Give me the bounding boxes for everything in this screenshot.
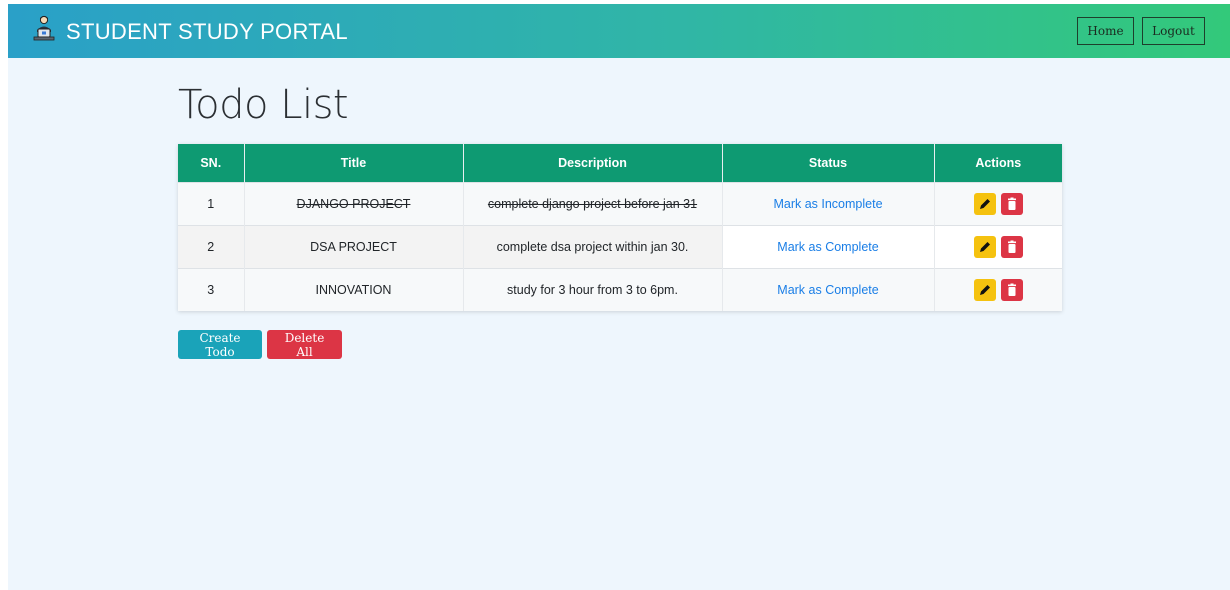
header-sn: SN. [178, 144, 245, 183]
row-actions [934, 268, 1062, 311]
row-sn: 2 [178, 225, 245, 269]
header-status: Status [722, 144, 935, 183]
header-description: Description [463, 144, 723, 183]
row-sn: 3 [178, 268, 245, 311]
edit-button[interactable] [973, 193, 996, 215]
header-actions: Actions [934, 144, 1062, 183]
row-description: complete dsa project within jan 30. [463, 225, 723, 269]
pencil-icon [979, 285, 990, 295]
pencil-icon [979, 199, 990, 209]
trash-icon [1007, 197, 1016, 210]
logout-button[interactable]: Logout [1142, 17, 1205, 45]
row-sn: 1 [178, 182, 245, 226]
row-title: INNOVATION [244, 268, 464, 311]
trash-icon [1007, 240, 1016, 253]
edit-button[interactable] [973, 279, 996, 301]
row-actions [934, 225, 1062, 269]
row-title: DJANGO PROJECT [296, 197, 411, 211]
navbar: STUDENT STUDY PORTAL Home Logout [8, 4, 1230, 58]
home-button[interactable]: Home [1077, 17, 1134, 45]
mark-complete-link[interactable]: Mark as Complete [777, 283, 878, 297]
table-header-row: SN. Title Description Status Actions [178, 144, 1062, 183]
create-todo-button[interactable]: Create Todo [178, 330, 262, 359]
todo-table: SN. Title Description Status Actions 1 D… [178, 144, 1062, 311]
row-description: complete django project before jan 31 [487, 197, 698, 211]
delete-button[interactable] [1000, 193, 1023, 215]
page-background: STUDENT STUDY PORTAL Home Logout Todo Li… [8, 4, 1230, 590]
row-description: study for 3 hour from 3 to 6pm. [463, 268, 723, 311]
delete-all-button[interactable]: Delete All [267, 330, 342, 359]
table-row: 1 DJANGO PROJECT complete django project… [178, 182, 1062, 226]
row-title: DSA PROJECT [244, 225, 464, 269]
trash-icon [1007, 283, 1016, 296]
mark-complete-link[interactable]: Mark as Complete [777, 240, 878, 254]
pencil-icon [979, 242, 990, 252]
mark-incomplete-link[interactable]: Mark as Incomplete [773, 197, 882, 211]
table-row: 3 INNOVATION study for 3 hour from 3 to … [178, 268, 1062, 311]
student-laptop-icon [33, 15, 55, 41]
page-title: Todo List [178, 82, 349, 128]
row-actions [934, 182, 1062, 226]
table-row: 2 DSA PROJECT complete dsa project withi… [178, 225, 1062, 269]
delete-button[interactable] [1000, 279, 1023, 301]
edit-button[interactable] [973, 236, 996, 258]
header-title: Title [244, 144, 464, 183]
delete-button[interactable] [1000, 236, 1023, 258]
brand-title[interactable]: STUDENT STUDY PORTAL [66, 19, 348, 45]
